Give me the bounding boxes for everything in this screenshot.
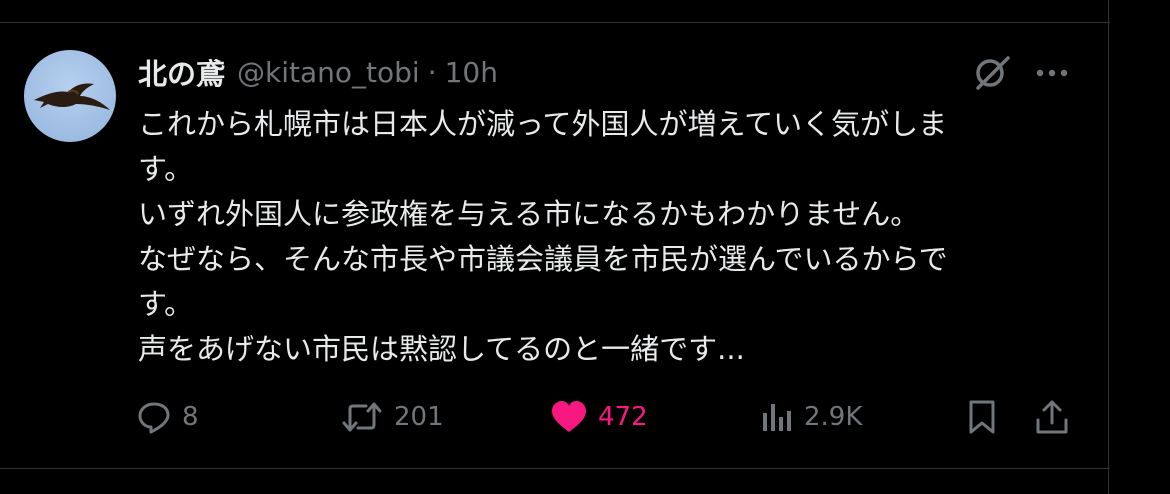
reply-button[interactable]: 8 — [136, 392, 199, 442]
reply-icon — [138, 402, 170, 434]
top-divider — [0, 22, 1110, 23]
more-icon[interactable] — [1032, 58, 1072, 88]
retweet-button[interactable]: 201 — [340, 392, 444, 442]
kite-bird-avatar-icon — [34, 83, 110, 110]
tweet-text-line: なぜなら、そんな市長や市議会議員を市民が選んでいるからで — [138, 242, 948, 276]
avatar[interactable] — [24, 50, 116, 142]
action-bar: 8 201 472 2.9K — [0, 392, 1170, 442]
retweet-count: 201 — [394, 402, 444, 432]
like-count: 472 — [598, 402, 648, 432]
retweet-icon — [342, 402, 382, 432]
author-handle[interactable]: @kitano_tobi — [237, 56, 420, 89]
share-button[interactable] — [1034, 392, 1070, 442]
tweet-text-line: これから札幌市は日本人が減って外国人が増えていく気がしま — [138, 107, 948, 141]
like-button[interactable]: 472 — [550, 392, 648, 442]
reply-count: 8 — [182, 402, 199, 432]
tweet-header: 北の鳶 @kitano_tobi · 10h — [138, 52, 498, 92]
views-icon — [763, 404, 791, 431]
tweet-text-line: 声をあげない市民は黙認してるのと一緒です... — [138, 332, 745, 366]
timestamp[interactable]: 10h — [445, 56, 498, 89]
bookmark-icon — [969, 400, 995, 434]
grok-icon[interactable] — [972, 52, 1012, 92]
tweet-text-line: いずれ外国人に参政権を与える市になるかもわかりません。 — [138, 197, 920, 231]
share-icon — [1036, 400, 1068, 434]
tweet-text-line: す。 — [138, 152, 194, 186]
views-count: 2.9K — [804, 402, 863, 432]
heart-icon — [552, 401, 586, 432]
author-name[interactable]: 北の鳶 — [138, 51, 225, 93]
bottom-divider — [0, 468, 1110, 469]
separator-dot: · — [427, 55, 437, 89]
views-button[interactable]: 2.9K — [760, 392, 862, 442]
tweet-text: これから札幌市は日本人が減って外国人が増えていく気がしま す。 いずれ外国人に参… — [138, 102, 1038, 372]
bookmark-button[interactable] — [966, 392, 998, 442]
tweet-text-line: す。 — [138, 287, 194, 321]
